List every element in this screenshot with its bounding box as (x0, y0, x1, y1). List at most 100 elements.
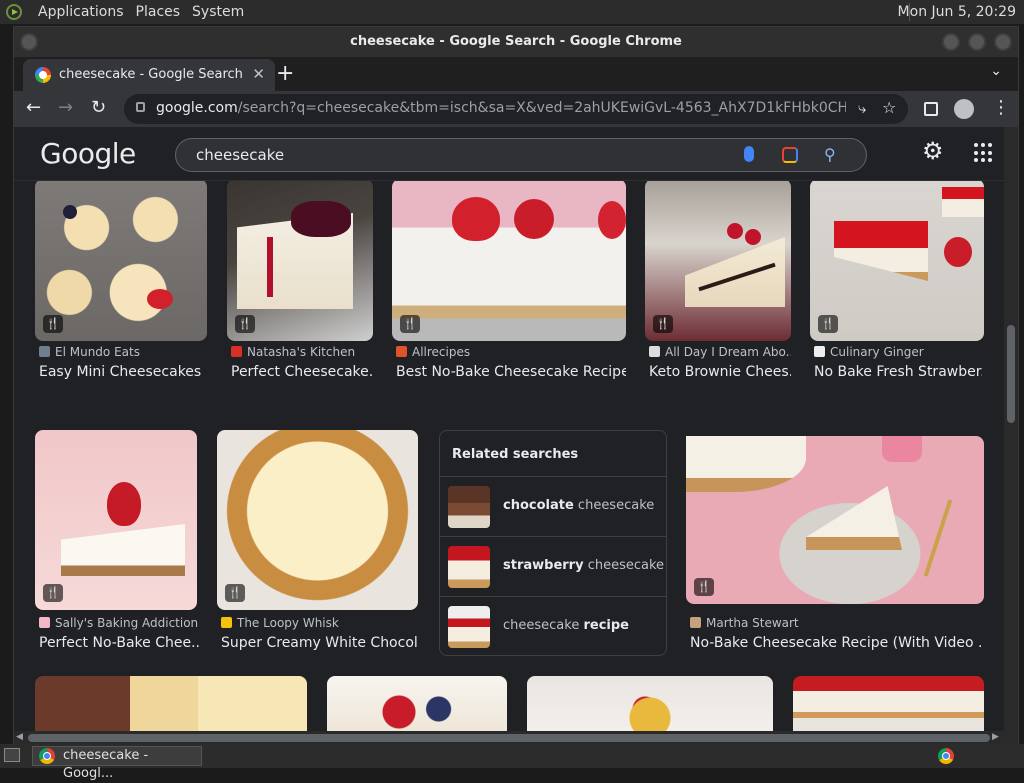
clock[interactable]: Mon Jun 5, 20:29 (898, 4, 1016, 20)
result-image[interactable] (793, 676, 984, 736)
result-source[interactable]: El Mundo Eats (39, 345, 207, 359)
search-input[interactable]: cheesecake (196, 146, 284, 164)
horizontal-scroll-thumb[interactable] (28, 734, 990, 742)
image-result[interactable]: 🍴 Martha Stewart No-Bake Cheesecake Reci… (686, 436, 984, 656)
google-favicon-icon (35, 67, 51, 83)
image-result[interactable] (793, 676, 984, 736)
strawberry-decoration (107, 482, 141, 526)
result-source[interactable]: Allrecipes (396, 345, 626, 359)
image-result[interactable]: 🍴 El Mundo Eats Easy Mini Cheesecakes ..… (35, 179, 207, 389)
strawberry-decoration (147, 289, 173, 309)
horizontal-scrollbar[interactable]: ◀ ▶ (14, 731, 1004, 745)
browser-window: cheesecake - Google Search - Google Chro… (13, 26, 1019, 745)
result-title[interactable]: Keto Brownie Chees... (649, 364, 791, 380)
share-icon[interactable]: ⤷ (858, 99, 866, 117)
source-name: Martha Stewart (706, 616, 799, 630)
result-title[interactable]: Easy Mini Cheesecakes ... (39, 364, 207, 380)
image-result[interactable]: 🍴 All Day I Dream Abo... Keto Brownie Ch… (645, 179, 791, 389)
recipe-fork-icon: 🍴 (225, 584, 245, 602)
image-result[interactable]: 🍴 Culinary Ginger No Bake Fresh Strawber… (810, 179, 984, 389)
new-tab-button[interactable]: + (276, 61, 294, 86)
system-menu[interactable]: System (192, 4, 244, 20)
search-icon[interactable]: ⚲ (824, 145, 836, 164)
window-menu-button[interactable] (20, 33, 38, 51)
places-menu[interactable]: Places (136, 4, 181, 20)
result-title[interactable]: No-Bake Cheesecake Recipe (With Video ..… (690, 635, 984, 651)
glass-decoration (882, 436, 922, 462)
vertical-scrollbar[interactable] (1004, 127, 1018, 745)
maximize-button[interactable] (968, 33, 986, 51)
result-source[interactable]: Martha Stewart (690, 616, 984, 630)
scroll-right-arrow-icon[interactable]: ▶ (992, 732, 999, 742)
window-titlebar[interactable]: cheesecake - Google Search - Google Chro… (14, 27, 1018, 57)
result-image[interactable] (527, 676, 773, 736)
side-panel-icon[interactable] (924, 102, 938, 116)
result-title[interactable]: Best No-Bake Cheesecake Recipe (396, 364, 626, 380)
tab-google-search[interactable]: cheesecake - Google Search ✕ (23, 59, 275, 91)
image-result[interactable] (327, 676, 507, 736)
address-bar[interactable]: google.com/search?q=cheesecake&tbm=isch&… (124, 94, 908, 124)
back-arrow-icon[interactable]: ← (26, 97, 41, 118)
forward-arrow-icon[interactable]: → (58, 97, 73, 118)
result-title[interactable]: Perfect No-Bake Chee... (39, 635, 201, 651)
result-source[interactable]: All Day I Dream Abo... (649, 345, 791, 359)
url-text[interactable]: google.com/search?q=cheesecake&tbm=isch&… (156, 100, 846, 116)
result-source[interactable]: Natasha's Kitchen (231, 345, 381, 359)
related-search-text: chocolate cheesecake (503, 498, 655, 513)
result-title[interactable]: Super Creamy White Chocol... (221, 635, 417, 651)
related-search-item[interactable]: strawberry cheesecake (440, 536, 666, 596)
taskbar-window-button[interactable]: cheesecake - Googl... (32, 746, 202, 781)
google-lens-icon[interactable] (782, 147, 798, 163)
google-logo[interactable]: Google (40, 137, 136, 170)
show-desktop-icon[interactable] (4, 748, 20, 762)
taskbar: cheesecake - Googl... (0, 744, 1024, 781)
related-searches-heading: Related searches (452, 447, 579, 462)
result-title[interactable]: Perfect Cheesecake... (231, 364, 373, 380)
image-result[interactable]: 🍴 Allrecipes Best No-Bake Cheesecake Rec… (392, 179, 626, 389)
result-image[interactable] (392, 179, 626, 341)
search-box[interactable]: cheesecake ⚲ (175, 138, 867, 172)
source-favicon-icon (231, 346, 242, 357)
result-source[interactable]: Culinary Ginger (814, 345, 984, 359)
url-host: google.com (156, 100, 238, 116)
tab-search-chevron-icon[interactable]: ⌄ (990, 63, 1002, 79)
bookmark-star-icon[interactable]: ☆ (882, 98, 896, 117)
source-favicon-icon (39, 617, 50, 628)
result-source[interactable]: The Loopy Whisk (221, 616, 421, 630)
chrome-tray-icon[interactable] (938, 748, 954, 764)
related-search-item[interactable]: chocolate cheesecake (440, 476, 666, 536)
source-name: All Day I Dream Abo... (665, 345, 791, 359)
applications-menu[interactable]: Applications (38, 4, 124, 20)
image-result[interactable]: 🍴 Sally's Baking Addiction Perfect No-Ba… (35, 430, 201, 656)
tab-close-icon[interactable]: ✕ (252, 65, 265, 83)
tab-title: cheesecake - Google Search (59, 67, 243, 82)
lock-icon[interactable] (136, 102, 145, 112)
reload-icon[interactable]: ↻ (91, 97, 106, 118)
result-title[interactable]: No Bake Fresh Strawber... (814, 364, 982, 380)
google-apps-icon[interactable] (974, 143, 994, 163)
microphone-icon[interactable] (744, 146, 754, 162)
image-result[interactable]: 🍴 The Loopy Whisk Super Creamy White Cho… (217, 430, 418, 656)
menu-dots-icon[interactable]: ⋮ (992, 97, 1010, 118)
result-image[interactable] (327, 676, 507, 736)
profile-avatar[interactable] (954, 99, 974, 119)
vertical-scroll-thumb[interactable] (1007, 325, 1015, 423)
image-result[interactable]: 🍴 Natasha's Kitchen Perfect Cheesecake..… (227, 179, 373, 389)
image-result[interactable] (35, 676, 307, 736)
close-window-button[interactable] (994, 33, 1012, 51)
google-images-page: 🍴 El Mundo Eats Easy Mini Cheesecakes ..… (14, 127, 1018, 745)
gnome-logo-icon[interactable] (6, 4, 22, 20)
scroll-left-arrow-icon[interactable]: ◀ (16, 732, 23, 742)
image-result[interactable] (527, 676, 773, 736)
settings-gear-icon[interactable]: ⚙ (922, 137, 944, 165)
strawberry-decoration (514, 199, 554, 239)
minimize-button[interactable] (942, 33, 960, 51)
recipe-fork-icon: 🍴 (400, 315, 420, 333)
cherry-drip-decoration (267, 237, 273, 297)
result-source[interactable]: Sally's Baking Addiction (39, 616, 205, 630)
desktop-top-panel: Applications Places System Mon Jun 5, 20… (0, 0, 1024, 24)
result-image[interactable] (217, 430, 418, 610)
result-image[interactable] (35, 676, 307, 736)
related-search-item[interactable]: cheesecake recipe (440, 596, 666, 656)
source-favicon-icon (221, 617, 232, 628)
